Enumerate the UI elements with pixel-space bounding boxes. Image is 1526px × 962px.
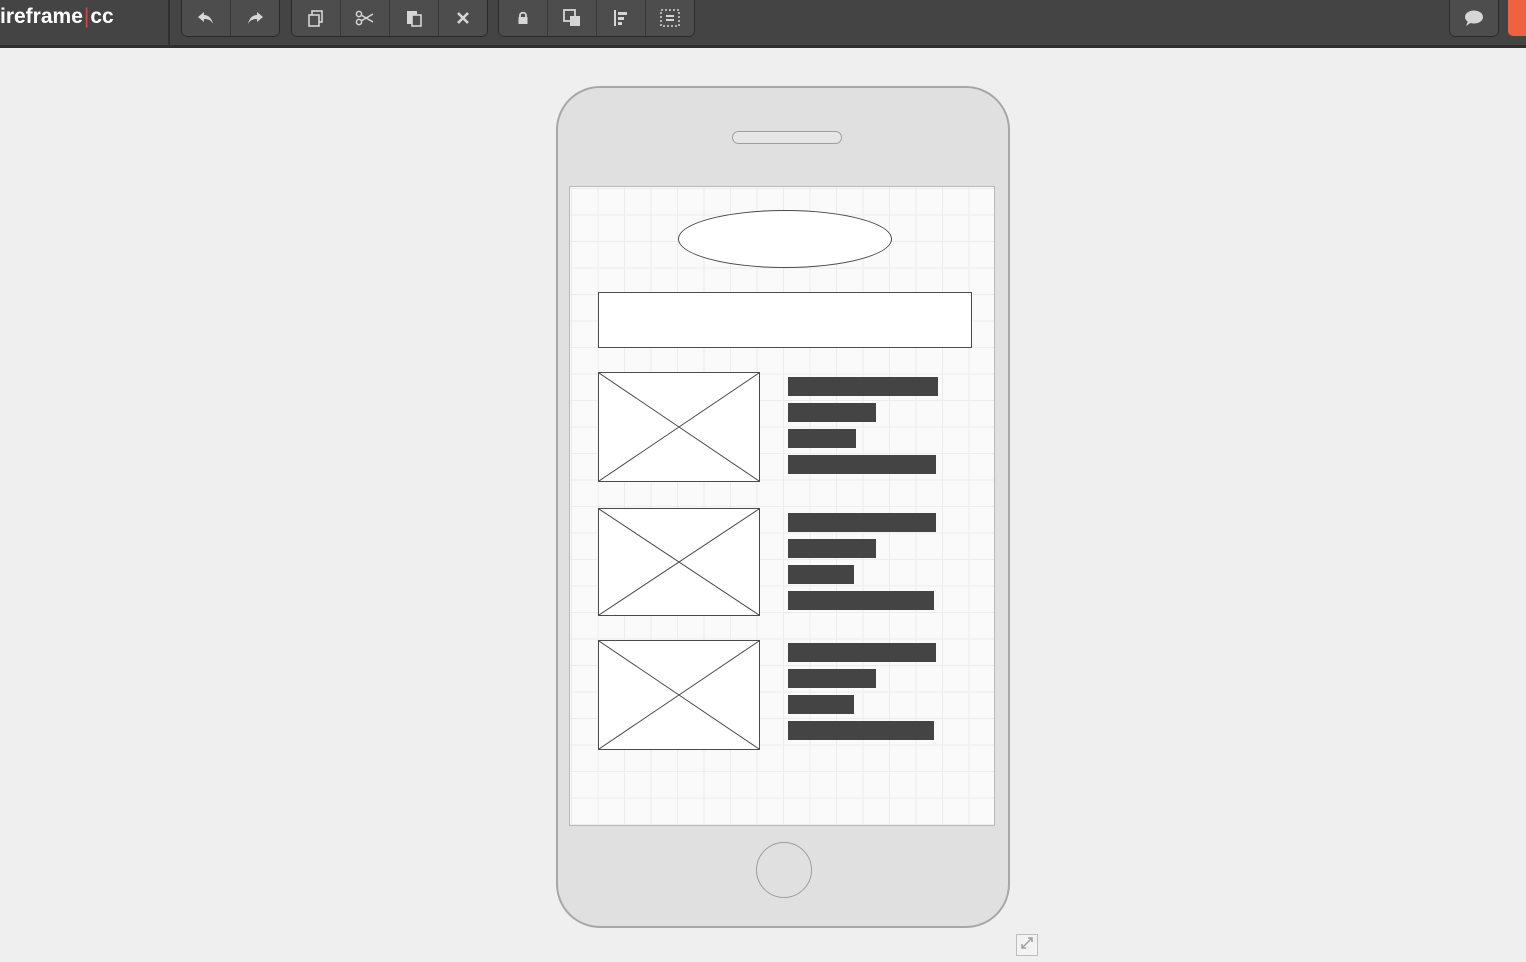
wireframe-text-bar[interactable] (788, 429, 856, 448)
wireframe-text-bar[interactable] (788, 591, 934, 610)
align-icon (612, 9, 630, 27)
wireframe-oval-logo[interactable] (678, 210, 892, 268)
logo-text: ireframe (0, 5, 83, 28)
top-toolbar: ireframe|cc (0, 0, 1526, 48)
history-button-group (182, 0, 279, 36)
app-logo[interactable]: ireframe|cc (0, 0, 114, 34)
phone-screen-canvas[interactable] (569, 186, 995, 826)
wireframe-text-bar[interactable] (788, 403, 876, 422)
lock-icon (516, 10, 530, 26)
logo-suffix: cc (90, 5, 114, 28)
cut-button[interactable] (341, 0, 390, 36)
wireframe-text-bar[interactable] (788, 695, 854, 714)
toolbar-divider (168, 0, 170, 45)
group-select-icon (659, 8, 681, 28)
undo-icon (196, 10, 216, 26)
lock-button[interactable] (499, 0, 548, 36)
phone-home-button (756, 842, 812, 898)
layer-order-icon (562, 8, 582, 28)
redo-icon (245, 10, 265, 26)
arrange-button-group (499, 0, 694, 36)
wireframe-text-bar[interactable] (788, 377, 938, 396)
align-button[interactable] (597, 0, 646, 36)
duplicate-icon (306, 9, 326, 27)
wireframe-text-bar[interactable] (788, 565, 854, 584)
wireframe-text-bar[interactable] (788, 669, 876, 688)
group-select-button[interactable] (646, 0, 694, 36)
layer-order-button[interactable] (548, 0, 597, 36)
undo-button[interactable] (182, 0, 231, 36)
wireframe-text-bar[interactable] (788, 539, 876, 558)
resize-icon (1019, 935, 1035, 956)
wireframe-image-placeholder[interactable] (598, 508, 760, 616)
account-menu-tab[interactable] (1508, 0, 1526, 36)
comments-button-group (1450, 0, 1498, 36)
wireframe-image-placeholder[interactable] (598, 372, 760, 482)
wireframe-text-bar[interactable] (788, 721, 934, 740)
duplicate-button[interactable] (292, 0, 341, 36)
wireframe-text-bar[interactable] (788, 513, 936, 532)
paste-icon (404, 9, 424, 27)
paste-button[interactable] (390, 0, 439, 36)
logo-separator: | (83, 5, 90, 28)
comment-icon (1463, 9, 1485, 27)
redo-button[interactable] (231, 0, 279, 36)
wireframe-text-bar[interactable] (788, 643, 936, 662)
cut-icon (355, 10, 375, 26)
comments-button[interactable] (1450, 0, 1498, 36)
wireframe-text-bar[interactable] (788, 455, 936, 474)
delete-button[interactable] (439, 0, 487, 36)
wireframe-search-box[interactable] (598, 292, 972, 348)
wireframe-image-placeholder[interactable] (598, 640, 760, 750)
phone-speaker (732, 131, 842, 144)
canvas-resize-handle[interactable] (1016, 934, 1038, 956)
delete-icon (456, 11, 470, 25)
clipboard-button-group (292, 0, 487, 36)
